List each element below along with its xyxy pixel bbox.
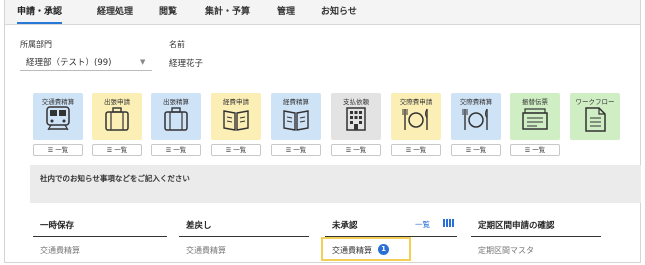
tile-9[interactable]: ワークフロー	[570, 93, 620, 140]
list-icon: ☰	[225, 147, 232, 154]
suitcase-icon	[164, 107, 188, 131]
list-icon: ☰	[165, 147, 172, 154]
pending-heading: 未承認	[332, 221, 358, 231]
list-button-3[interactable]: ☰ 一覧	[211, 144, 261, 156]
main-tabbar: 申請・承認 経理処理 閲覧 集計・予算 管理 お知らせ	[5, 0, 640, 25]
tile-label: 交通費精算	[41, 98, 75, 106]
book-icon	[283, 110, 309, 131]
tile-label: 支払依頼	[343, 98, 369, 106]
returned-divider	[179, 236, 309, 237]
list-icon: ☰	[106, 147, 113, 154]
pending-count-badge: 1	[378, 244, 389, 255]
tab-application-approval[interactable]: 申請・承認	[17, 0, 63, 24]
list-button-label: 一覧	[353, 146, 367, 154]
periodic-divider	[471, 236, 601, 237]
document-icon	[585, 107, 606, 132]
dining-icon	[462, 108, 488, 130]
tile-0[interactable]: 交通費精算	[33, 93, 83, 140]
suitcase-icon	[105, 107, 129, 131]
list-button-label: 一覧	[293, 146, 307, 154]
train-icon	[46, 106, 70, 131]
tile-label: 交際費精算	[459, 98, 493, 106]
tile-8[interactable]: 振替伝票	[510, 93, 560, 140]
list-button-label: 一覧	[413, 146, 427, 154]
pending-list-link[interactable]: 一覧	[415, 219, 430, 230]
list-button-label: 一覧	[114, 146, 128, 154]
voucher-icon	[522, 108, 548, 130]
list-icon: ☰	[47, 147, 54, 154]
periodic-heading: 定期区間申請の確認	[478, 221, 555, 231]
tile-1[interactable]: 出張申請	[92, 93, 142, 140]
tile-label: 交際費申請	[399, 98, 433, 106]
dining-icon	[402, 108, 428, 130]
pending-item[interactable]: 交通費精算 1	[321, 237, 411, 261]
draft-heading: 一時保存	[40, 221, 75, 231]
tile-5[interactable]: 支払依頼	[331, 93, 381, 140]
name-value: 経理花子	[169, 59, 204, 69]
periodic-item[interactable]: 定期区間マスタ	[478, 245, 534, 256]
list-button-0[interactable]: ☰ 一覧	[33, 144, 83, 156]
list-button-label: 一覧	[233, 146, 247, 154]
department-select-underline	[20, 70, 152, 71]
tile-label: ワークフロー	[575, 98, 615, 106]
chevron-down-icon[interactable]: ▼	[140, 58, 145, 66]
list-button-4[interactable]: ☰ 一覧	[271, 144, 321, 156]
tile-label: 出張精算	[163, 98, 189, 106]
name-label: 名前	[169, 40, 185, 49]
list-button-label: 一覧	[55, 146, 69, 154]
tile-4[interactable]: 経費精算	[271, 93, 321, 140]
chart-bars-icon[interactable]	[443, 219, 454, 227]
tile-label: 経費申請	[223, 98, 249, 106]
department-select[interactable]: 経理部（テスト）(99)	[26, 56, 111, 68]
tab-view[interactable]: 閲覧	[159, 0, 177, 24]
tile-6[interactable]: 交際費申請	[391, 93, 441, 140]
tab-accounting[interactable]: 経理処理	[97, 0, 133, 24]
returned-item[interactable]: 交通費精算	[186, 245, 226, 256]
tile-3[interactable]: 経費申請	[211, 93, 261, 140]
building-icon	[346, 107, 366, 131]
tile-label: 経費精算	[283, 98, 309, 106]
list-button-2[interactable]: ☰ 一覧	[151, 144, 201, 156]
list-icon: ☰	[285, 147, 292, 154]
tile-label: 振替伝票	[522, 98, 548, 106]
list-icon: ☰	[345, 147, 352, 154]
draft-divider	[33, 236, 167, 237]
tile-label: 出張申請	[104, 98, 130, 106]
list-button-label: 一覧	[532, 146, 546, 154]
tab-notices[interactable]: お知らせ	[321, 0, 357, 24]
returned-heading: 差戻し	[186, 221, 212, 231]
tab-summary-budget[interactable]: 集計・予算	[205, 0, 250, 24]
book-icon	[223, 110, 249, 131]
department-label: 所属部門	[20, 40, 52, 49]
list-icon: ☰	[465, 147, 472, 154]
pending-item-label: 交通費精算	[332, 246, 372, 255]
list-button-1[interactable]: ☰ 一覧	[92, 144, 142, 156]
list-button-label: 一覧	[473, 146, 487, 154]
list-icon: ☰	[405, 147, 412, 154]
tile-2[interactable]: 出張精算	[151, 93, 201, 140]
list-button-7[interactable]: ☰ 一覧	[451, 144, 501, 156]
list-button-label: 一覧	[173, 146, 187, 154]
list-button-8[interactable]: ☰ 一覧	[510, 144, 560, 156]
notice-text: 社内でのお知らせ事項などをご記入ください	[40, 174, 190, 183]
list-button-6[interactable]: ☰ 一覧	[391, 144, 441, 156]
tab-admin[interactable]: 管理	[277, 0, 295, 24]
list-button-5[interactable]: ☰ 一覧	[331, 144, 381, 156]
notice-board: 社内でのお知らせ事項などをご記入ください	[30, 165, 641, 203]
tile-7[interactable]: 交際費精算	[451, 93, 501, 140]
list-icon: ☰	[524, 147, 531, 154]
draft-item[interactable]: 交通費精算	[40, 245, 80, 256]
